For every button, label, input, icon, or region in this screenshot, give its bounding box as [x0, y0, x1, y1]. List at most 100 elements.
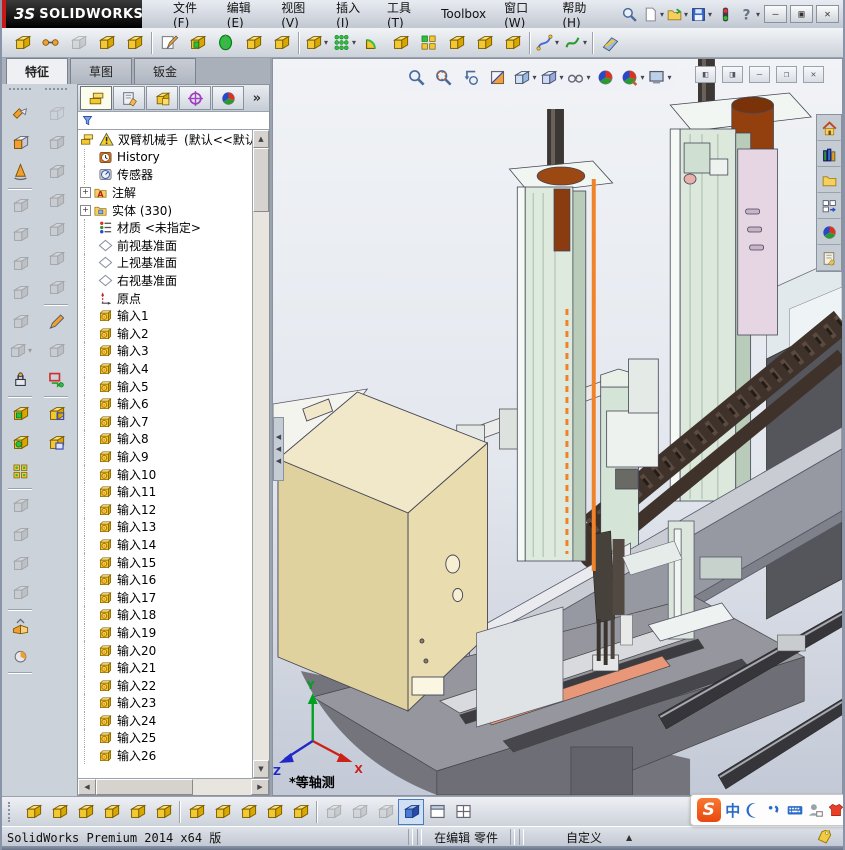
dropdown-arrow-icon[interactable]: ▾ — [667, 73, 671, 82]
custom-text[interactable]: 自定义 — [556, 829, 612, 846]
dimxpert-tab[interactable] — [179, 86, 211, 110]
tree-item-input[interactable]: 输入11 — [78, 482, 252, 501]
isometric-view-button[interactable] — [41, 273, 71, 302]
tree-item-input[interactable]: 输入12 — [78, 500, 252, 519]
sogou-logo-button[interactable]: S — [695, 798, 722, 822]
component-pattern-button[interactable]: ▾ — [5, 336, 35, 365]
dropdown-arrow-icon[interactable]: ▾ — [684, 10, 688, 19]
chinese-mode-button[interactable]: 中 — [722, 798, 743, 822]
options-traffic-light-button[interactable] — [713, 3, 737, 25]
design-table-button[interactable] — [450, 799, 476, 825]
mirror-button[interactable] — [209, 799, 235, 825]
new-document-button[interactable]: ▾ — [641, 3, 665, 25]
section-view-button[interactable] — [484, 64, 511, 90]
window-close-button[interactable]: ✕ — [816, 5, 839, 23]
tree-item-input[interactable]: 输入20 — [78, 641, 252, 659]
move-component-button[interactable] — [5, 128, 35, 157]
corner-rectangle-button[interactable] — [261, 799, 287, 825]
tree-item-input[interactable]: 输入14 — [78, 535, 252, 554]
scroll-right-icon[interactable]: ▶ — [251, 779, 269, 795]
spline-button[interactable]: ▾ — [561, 29, 589, 57]
smart-dimension-button[interactable] — [36, 29, 64, 57]
view-palette-button[interactable] — [817, 193, 841, 219]
loft-button[interactable] — [239, 29, 267, 57]
tree-item-input[interactable]: 输入17 — [78, 588, 252, 607]
skin-button[interactable] — [825, 798, 843, 822]
appearances-sphere-button[interactable] — [817, 219, 841, 245]
boss-button[interactable] — [92, 29, 120, 57]
punctuation-button[interactable] — [764, 798, 785, 822]
fillet-button[interactable] — [358, 29, 386, 57]
scroll-down-icon[interactable]: ▼ — [253, 760, 269, 778]
appearances-button[interactable]: ▾ — [619, 64, 646, 90]
front-view-button[interactable] — [41, 99, 71, 128]
tree-item-input[interactable]: 输入7 — [78, 412, 252, 431]
window-minimize-button[interactable]: – — [764, 5, 787, 23]
scroll-left-icon[interactable]: ◀ — [78, 779, 96, 795]
reference-geometry-button[interactable] — [596, 29, 624, 57]
tree-item-input[interactable]: 输入26 — [78, 746, 252, 765]
scrollbar-thumb[interactable] — [96, 779, 193, 795]
tree-item-input[interactable]: 输入15 — [78, 553, 252, 571]
dropdown-arrow-icon[interactable]: ▾ — [324, 38, 328, 47]
grid-button[interactable] — [346, 799, 372, 825]
toolbar-drag-handle[interactable] — [9, 88, 31, 96]
dropdown-arrow-icon[interactable]: ▾ — [559, 73, 563, 82]
tree-item-input[interactable]: 输入23 — [78, 694, 252, 712]
tree-item[interactable]: 上视基准面 — [78, 254, 252, 272]
menu-toolbox[interactable]: Toolbox — [432, 3, 495, 25]
design-library-button[interactable] — [817, 141, 841, 167]
tree-item-input[interactable]: 输入5 — [78, 377, 252, 395]
tree-item[interactable]: 材质 <未指定> — [78, 218, 252, 237]
section-cube-button[interactable] — [41, 428, 71, 457]
tab-sheet-metal[interactable]: 钣金 — [134, 58, 197, 84]
point-button[interactable] — [20, 799, 46, 825]
tree-item-input[interactable]: 输入10 — [78, 465, 252, 483]
propertymanager-tab[interactable] — [113, 86, 145, 110]
centerpoint-button[interactable] — [287, 799, 313, 825]
dropdown-arrow-icon[interactable]: ▾ — [555, 38, 559, 47]
account-button[interactable] — [805, 798, 826, 822]
panel-splitter[interactable]: ◀ ◀ ◀ — [273, 417, 284, 481]
tree-item-input[interactable]: 输入6 — [78, 394, 252, 413]
parallel-button[interactable] — [235, 799, 261, 825]
dropdown-arrow-icon[interactable]: ▾ — [586, 73, 590, 82]
large-assembly-button[interactable] — [5, 549, 35, 578]
rotate-component-button[interactable] — [5, 157, 35, 186]
slot-button[interactable] — [320, 799, 346, 825]
dropdown-arrow-icon[interactable]: ▾ — [352, 38, 356, 47]
tree-item-input[interactable]: 输入4 — [78, 359, 252, 378]
scene-button[interactable]: ▾ — [646, 64, 673, 90]
view-orientation-button[interactable]: ▾ — [511, 64, 538, 90]
left-view-button[interactable] — [41, 157, 71, 186]
new-part-button[interactable] — [5, 399, 35, 428]
tree-item[interactable]: History — [78, 148, 252, 167]
isolate-button[interactable] — [5, 578, 35, 607]
tree-item[interactable]: 原点 — [78, 289, 252, 307]
featuremanager-tree-tab[interactable] — [80, 86, 112, 110]
3d-sketch-button[interactable] — [41, 336, 71, 365]
dropdown-arrow-icon[interactable]: ▾ — [583, 38, 587, 47]
tree-item-input[interactable]: 输入19 — [78, 623, 252, 642]
tree-item[interactable]: + 实体 (330) — [78, 201, 252, 219]
rapid-sketch-button[interactable] — [41, 365, 71, 394]
graphics-viewport[interactable]: Y X Z ▾ ▾ ▾ ▾ ▾ ◧ ◨ – ❐ ✕ ◀ ◀ ◀ *等轴测 — [272, 58, 843, 796]
tree-filter-input[interactable] — [94, 112, 269, 129]
perpendicular-button[interactable] — [150, 799, 176, 825]
dropdown-arrow-icon[interactable]: ▾ — [532, 73, 536, 82]
dropdown-arrow-icon[interactable]: ▾ — [708, 10, 712, 19]
bottom-view-button[interactable] — [41, 244, 71, 273]
pane-right-button[interactable]: ◨ — [722, 66, 743, 83]
move-with-triad-button[interactable] — [5, 278, 35, 307]
assembly-features-button[interactable] — [5, 307, 35, 336]
boundary-button[interactable] — [267, 29, 295, 57]
tree-item[interactable]: 右视基准面 — [78, 271, 252, 290]
chamfer-button[interactable] — [386, 29, 414, 57]
rib-button[interactable] — [498, 29, 526, 57]
edit-component-button[interactable] — [8, 29, 36, 57]
tree-vertical-scrollbar[interactable]: ▲ ▼ — [252, 130, 269, 778]
insert-components-button[interactable] — [5, 99, 35, 128]
toolbar-drag-handle[interactable] — [8, 801, 16, 822]
make-subassembly-button[interactable] — [5, 491, 35, 520]
previous-view-button[interactable] — [457, 64, 484, 90]
